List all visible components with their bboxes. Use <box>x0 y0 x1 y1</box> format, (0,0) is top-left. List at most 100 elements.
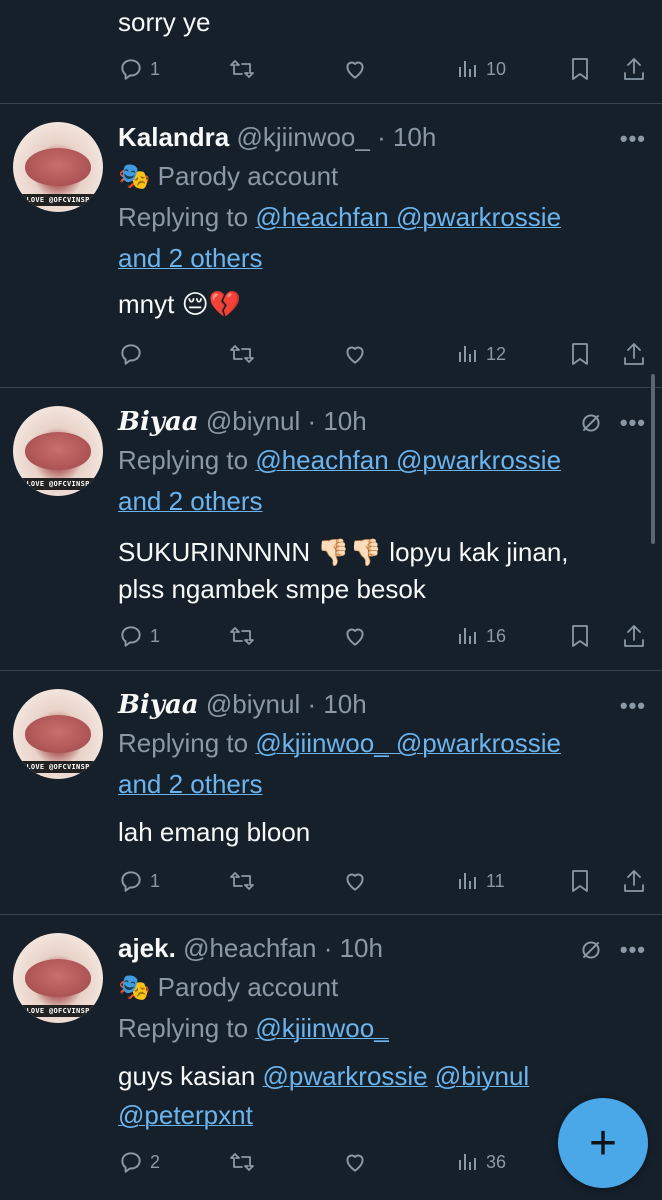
timestamp[interactable]: · 10h <box>377 122 436 152</box>
compose-button[interactable]: + <box>558 1098 648 1188</box>
share-button[interactable] <box>622 866 646 896</box>
tweet-body: lah emang bloon <box>118 817 311 847</box>
views-button[interactable]: 16 <box>456 621 506 651</box>
heart-icon <box>346 346 364 364</box>
tweet-header: ajek. @heachfan · 10h <box>118 933 383 963</box>
views-count: 16 <box>486 625 507 646</box>
retweet-button[interactable] <box>228 54 256 84</box>
tweet-actions: 1 11 <box>118 866 648 896</box>
timestamp[interactable]: · 10h <box>324 933 383 963</box>
others-link[interactable]: and 2 others <box>118 243 263 273</box>
retweet-icon <box>230 872 254 890</box>
tweet-body-line-1: SUKURINNNNN 👎🏻👎🏻 lopyu kak jinan, <box>118 537 569 567</box>
views-button[interactable]: 10 <box>456 54 506 84</box>
tweet-top-icons: ••• <box>578 410 646 436</box>
mention-link[interactable]: @peterpxnt <box>118 1100 253 1130</box>
reply-button[interactable]: 2 <box>118 1147 160 1177</box>
reply-icon <box>121 59 141 80</box>
avatar-lips <box>25 148 91 186</box>
timestamp[interactable]: · 10h <box>307 689 366 719</box>
tweet-body: sorry ye <box>118 7 211 37</box>
bookmark-button[interactable] <box>568 339 592 369</box>
tweet-body-line-1: guys kasian @pwarkrossie @biynul <box>118 1061 530 1091</box>
timestamp[interactable]: · 10h <box>307 406 366 436</box>
retweet-button[interactable] <box>228 621 256 651</box>
reply-count: 2 <box>150 1151 161 1172</box>
retweet-button[interactable] <box>228 1147 256 1177</box>
plus-icon: + <box>588 1116 618 1170</box>
views-icon <box>459 61 476 77</box>
tweet-body-line-2: plss ngambek smpe besok <box>118 574 426 604</box>
avatar[interactable]: LOVE @OFCVINSP <box>13 406 103 496</box>
divider <box>0 670 662 671</box>
scrollbar[interactable] <box>651 374 655 544</box>
mention-link[interactable]: @kjiinwoo_ <box>255 1013 388 1043</box>
replying-to: Replying to @kjiinwoo_ @pwarkrossie <box>118 728 561 758</box>
reply-button[interactable] <box>118 339 150 369</box>
mention-link[interactable]: @kjiinwoo_ <box>255 728 388 758</box>
more-icon[interactable]: ••• <box>620 126 646 152</box>
display-name[interactable]: 𝑩𝒊𝒚𝒂𝒂 <box>118 407 199 437</box>
mention-link[interactable]: @pwarkrossie <box>396 445 561 475</box>
views-count: 11 <box>486 870 505 891</box>
mention-link[interactable]: @heachfan <box>255 202 388 232</box>
others-link[interactable]: and 2 others <box>118 769 263 799</box>
display-name[interactable]: 𝑩𝒊𝒚𝒂𝒂 <box>118 690 199 720</box>
mention-link[interactable]: @heachfan <box>255 445 388 475</box>
avatar[interactable]: LOVE @OFCVINSP <box>13 689 103 779</box>
bookmark-button[interactable] <box>568 621 592 651</box>
others-link[interactable]: and 2 others <box>118 486 263 516</box>
muted-icon[interactable] <box>578 410 604 436</box>
share-button[interactable] <box>622 621 646 651</box>
replying-more: and 2 others <box>118 238 263 279</box>
display-name[interactable]: ajek. <box>118 933 176 963</box>
handle[interactable]: @heachfan <box>183 933 316 963</box>
reply-button[interactable]: 1 <box>118 866 160 896</box>
reply-button[interactable]: 1 <box>118 54 160 84</box>
muted-icon[interactable] <box>578 937 604 963</box>
parody-label: 🎭 Parody account <box>118 972 339 1002</box>
share-button[interactable] <box>622 339 646 369</box>
avatar-caption: LOVE @OFCVINSP <box>13 1005 103 1017</box>
reply-icon <box>121 871 141 892</box>
share-icon <box>624 870 644 892</box>
mention-link[interactable]: @pwarkrossie <box>396 202 561 232</box>
mention-link[interactable]: @pwarkrossie <box>263 1061 428 1091</box>
like-button[interactable] <box>342 54 368 84</box>
like-button[interactable] <box>342 866 368 896</box>
bookmark-icon <box>572 343 588 365</box>
heart-icon <box>346 61 364 79</box>
handle[interactable]: @kjiinwoo_ <box>237 122 370 152</box>
views-button[interactable]: 12 <box>456 339 506 369</box>
display-name[interactable]: Kalandra <box>118 122 229 152</box>
like-button[interactable] <box>342 339 368 369</box>
more-icon[interactable]: ••• <box>620 937 646 963</box>
heart-icon <box>346 873 364 891</box>
mention-link[interactable]: @pwarkrossie <box>396 728 561 758</box>
retweet-button[interactable] <box>228 339 256 369</box>
avatar[interactable]: LOVE @OFCVINSP <box>13 933 103 1023</box>
more-icon[interactable]: ••• <box>620 693 646 719</box>
handle[interactable]: @biynul <box>206 689 300 719</box>
reply-icon <box>121 1152 141 1173</box>
views-button[interactable]: 36 <box>456 1147 506 1177</box>
avatar-caption: LOVE @OFCVINSP <box>13 194 103 206</box>
avatar[interactable]: LOVE @OFCVINSP <box>13 122 103 212</box>
bookmark-button[interactable] <box>568 54 592 84</box>
mention-link[interactable]: @biynul <box>435 1061 529 1091</box>
parody-mask-icon: 🎭 <box>118 161 151 191</box>
replying-to: Replying to @heachfan @pwarkrossie <box>118 445 562 475</box>
like-button[interactable] <box>342 1147 368 1177</box>
reply-icon <box>121 626 141 647</box>
share-button[interactable] <box>622 54 646 84</box>
like-button[interactable] <box>342 621 368 651</box>
more-icon[interactable]: ••• <box>620 410 646 436</box>
reply-button[interactable]: 1 <box>118 621 160 651</box>
handle[interactable]: @biynul <box>206 406 300 436</box>
retweet-button[interactable] <box>228 866 256 896</box>
bookmark-icon <box>572 625 588 647</box>
reply-count: 1 <box>150 870 161 891</box>
views-button[interactable]: 11 <box>456 866 505 896</box>
divider <box>0 103 662 104</box>
bookmark-button[interactable] <box>568 866 592 896</box>
